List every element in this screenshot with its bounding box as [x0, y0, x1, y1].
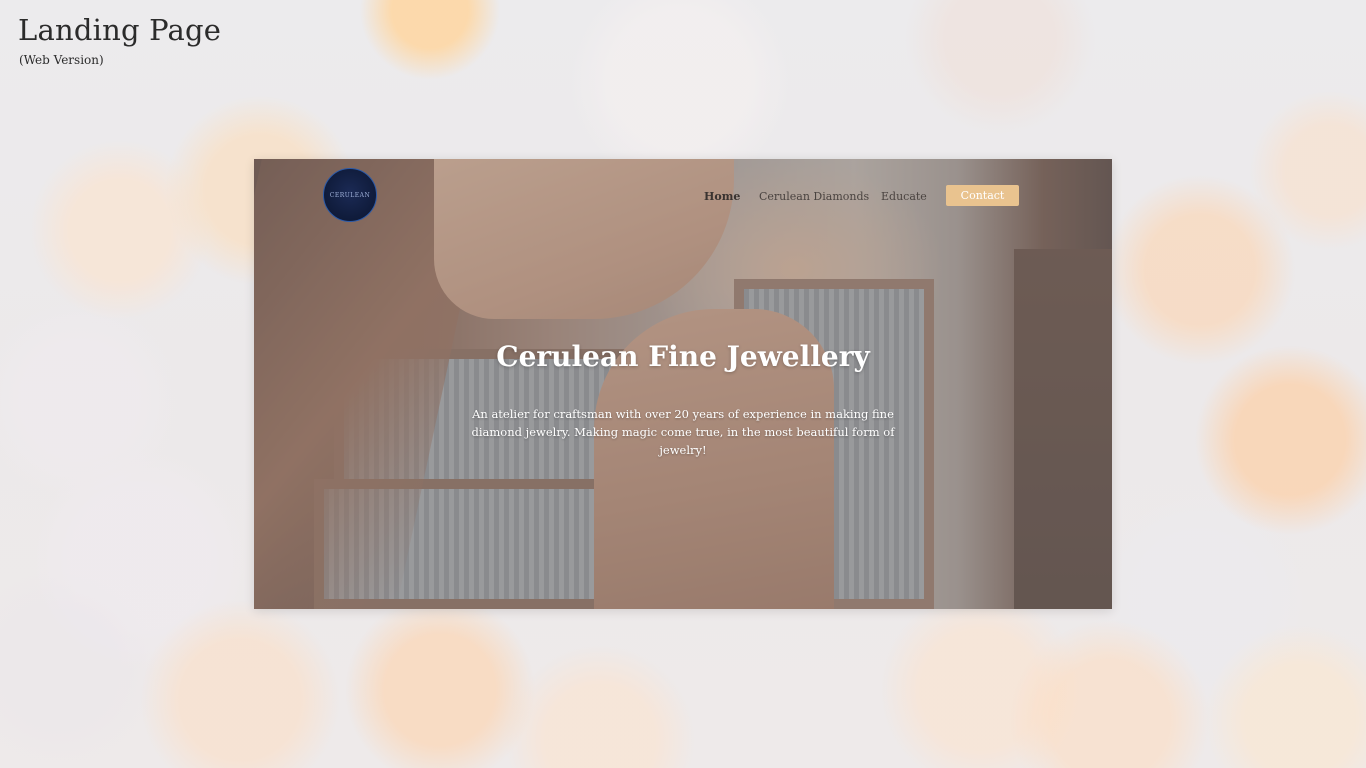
brand-logo[interactable]: CERULEAN	[323, 168, 377, 222]
photo-overlay	[254, 159, 1112, 609]
hero-description: An atelier for craftsman with over 20 ye…	[471, 407, 895, 457]
contact-button[interactable]: Contact	[946, 185, 1019, 206]
nav-cerulean-diamonds-link[interactable]: Cerulean Diamonds	[759, 190, 869, 203]
page-title: Landing Page	[18, 13, 222, 47]
nav-educate-link[interactable]: Educate	[881, 190, 927, 203]
nav-home-link[interactable]: Home	[704, 190, 740, 203]
landing-mockup: CERULEAN Home Cerulean Diamonds Educate …	[254, 159, 1112, 609]
hero-title: Cerulean Fine Jewellery	[496, 340, 870, 373]
page-subtitle: (Web Version)	[19, 53, 104, 67]
logo-text: CERULEAN	[329, 191, 371, 199]
